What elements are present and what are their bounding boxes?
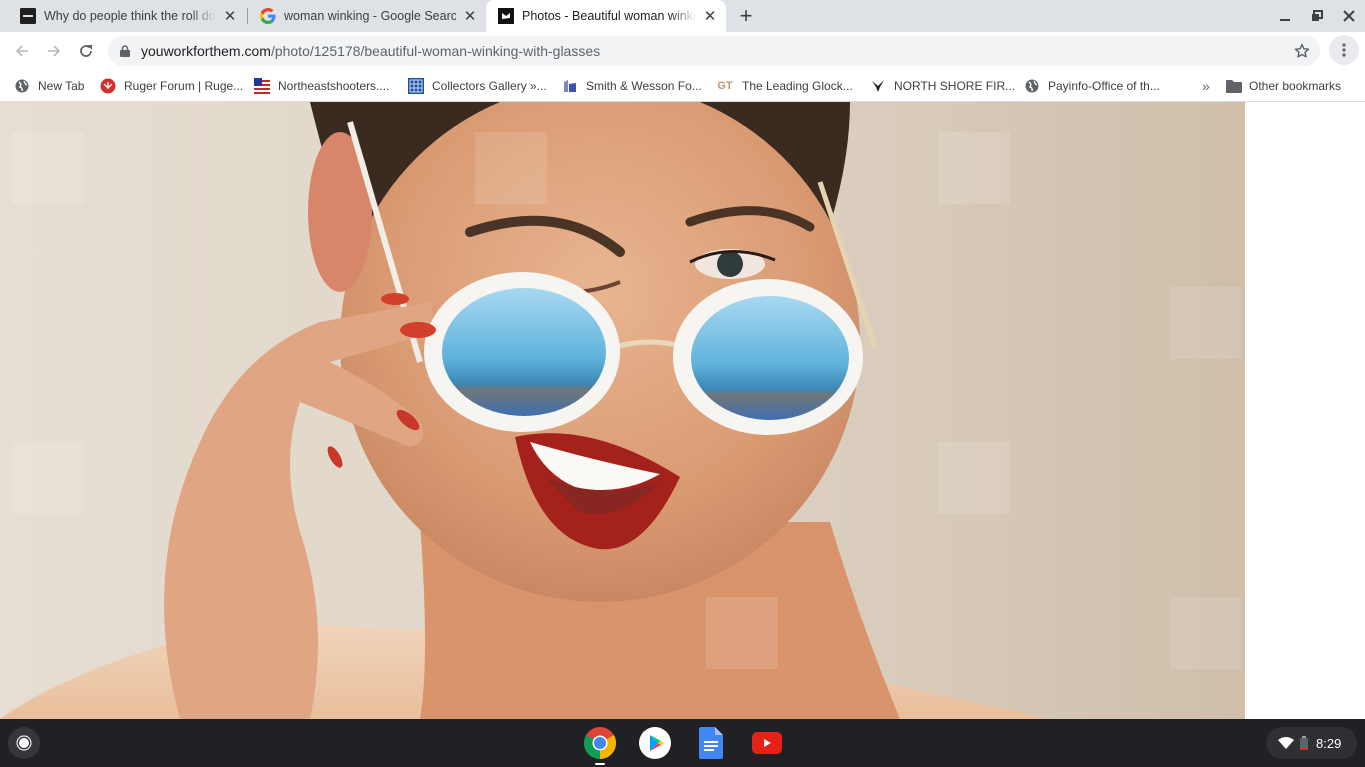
site-dark-icon — [20, 8, 36, 24]
new-tab-button[interactable]: + — [734, 3, 758, 28]
close-icon — [1343, 10, 1355, 22]
lock-icon — [120, 44, 132, 58]
reload-icon — [80, 45, 92, 57]
close-tab-icon[interactable]: ✕ — [222, 8, 238, 25]
close-tab-icon[interactable]: ✕ — [702, 8, 718, 25]
youtube-icon — [752, 732, 782, 754]
bird-icon — [870, 78, 886, 94]
os-shelf: 8:29 — [0, 719, 1365, 767]
bookmark-label: Smith & Wesson Fo... — [586, 79, 702, 93]
wifi-icon — [1278, 737, 1294, 749]
folder-icon — [1226, 78, 1242, 94]
close-tab-icon[interactable]: ✕ — [462, 8, 478, 25]
shelf-app-docs[interactable] — [695, 727, 727, 759]
ruger-icon — [100, 78, 116, 94]
bookmark-payinfo[interactable]: Payinfo-Office of th... — [1024, 75, 1160, 97]
star-icon — [1294, 43, 1310, 58]
status-tray[interactable]: 8:29 — [1266, 727, 1357, 759]
back-arrow-icon — [15, 45, 28, 57]
browser-toolbar: youworkforthem.com/photo/125178/beautifu… — [0, 32, 1365, 70]
back-button[interactable] — [8, 37, 36, 65]
shelf-app-play-store[interactable] — [639, 727, 671, 759]
bookmark-label: The Leading Glock... — [742, 79, 853, 93]
tab-photos-active[interactable]: Photos - Beautiful woman winking with gl… — [486, 0, 726, 32]
bookmark-collectors-gallery[interactable]: Collectors Gallery »... — [408, 75, 547, 97]
youworkforthem-icon — [498, 8, 514, 24]
bookmark-leading-glock[interactable]: GT The Leading Glock... — [716, 75, 853, 97]
tab-google-search[interactable]: woman winking - Google Search ✕ — [240, 0, 486, 32]
shelf-app-youtube[interactable] — [751, 727, 783, 759]
bookmark-star-button[interactable] — [1292, 41, 1312, 61]
bookmarks-bar: New Tab Ruger Forum | Ruge... Northeasts… — [0, 70, 1365, 102]
shelf-app-chrome[interactable] — [584, 727, 616, 759]
bookmark-label: Ruger Forum | Ruge... — [124, 79, 244, 93]
bookmark-label: NORTH SHORE FIR... — [894, 79, 1016, 93]
bookmarks-overflow-button[interactable]: » — [1202, 75, 1210, 97]
tab-title: Photos - Beautiful woman winking with gl… — [522, 9, 696, 23]
flag-icon — [254, 78, 270, 94]
page-content — [0, 102, 1365, 719]
bookmark-new-tab[interactable]: New Tab — [14, 75, 84, 97]
globe-icon — [1024, 78, 1040, 94]
close-window-button[interactable] — [1337, 4, 1361, 28]
tab-title: woman winking - Google Search — [284, 9, 456, 23]
docs-icon — [699, 727, 723, 759]
tab-strip: Why do people think the roll down ✕ woma… — [0, 0, 1365, 32]
restore-icon — [1312, 10, 1323, 21]
other-bookmarks-folder[interactable]: Other bookmarks — [1226, 75, 1341, 97]
address-bar[interactable]: youworkforthem.com/photo/125178/beautifu… — [108, 36, 1320, 66]
bookmark-label: Payinfo-Office of th... — [1048, 79, 1160, 93]
bookmark-label: Northeastshooters.... — [278, 79, 390, 93]
nail — [400, 322, 436, 338]
url-path: /photo/125178/beautiful-woman-winking-wi… — [270, 43, 601, 59]
bookmark-ruger-forum[interactable]: Ruger Forum | Ruge... — [100, 75, 243, 97]
play-store-icon — [639, 727, 671, 759]
forward-arrow-icon — [48, 45, 61, 57]
photo-woman-winking-glasses[interactable] — [0, 102, 1245, 719]
url-text[interactable]: youworkforthem.com/photo/125178/beautifu… — [141, 43, 600, 59]
battery-icon — [1300, 736, 1308, 750]
lens-left — [442, 288, 606, 416]
tab-title: Why do people think the roll down — [44, 9, 216, 23]
sw-icon — [562, 78, 578, 94]
photo-illustration — [0, 102, 1245, 719]
grid-icon — [408, 78, 424, 94]
launcher-button[interactable] — [8, 727, 40, 759]
google-icon — [260, 8, 276, 24]
launcher-icon — [16, 735, 32, 751]
globe-icon — [14, 78, 30, 94]
bookmark-northeastshooters[interactable]: Northeastshooters.... — [254, 75, 389, 97]
gt-icon: GT — [717, 80, 733, 92]
minimize-icon — [1280, 19, 1290, 21]
bookmark-smith-wesson[interactable]: Smith & Wesson Fo... — [562, 75, 702, 97]
bookmark-label: New Tab — [38, 79, 85, 93]
running-indicator — [595, 763, 605, 765]
minimize-button[interactable] — [1273, 4, 1297, 28]
url-domain: youworkforthem.com — [141, 43, 271, 59]
forward-button[interactable] — [40, 37, 68, 65]
restore-button[interactable] — [1305, 4, 1329, 28]
tab-roll-down[interactable]: Why do people think the roll down ✕ — [0, 0, 246, 32]
chrome-icon — [584, 727, 616, 759]
more-vert-icon — [1342, 43, 1346, 57]
nail — [381, 293, 409, 305]
bookmark-label: Other bookmarks — [1249, 79, 1342, 93]
browser-menu-button[interactable] — [1329, 35, 1359, 65]
lens-right — [691, 296, 849, 420]
clock-time: 8:29 — [1316, 735, 1342, 751]
bookmark-label: Collectors Gallery »... — [432, 79, 547, 93]
reload-button[interactable] — [72, 37, 100, 65]
bookmark-north-shore[interactable]: NORTH SHORE FIR... — [870, 75, 1015, 97]
